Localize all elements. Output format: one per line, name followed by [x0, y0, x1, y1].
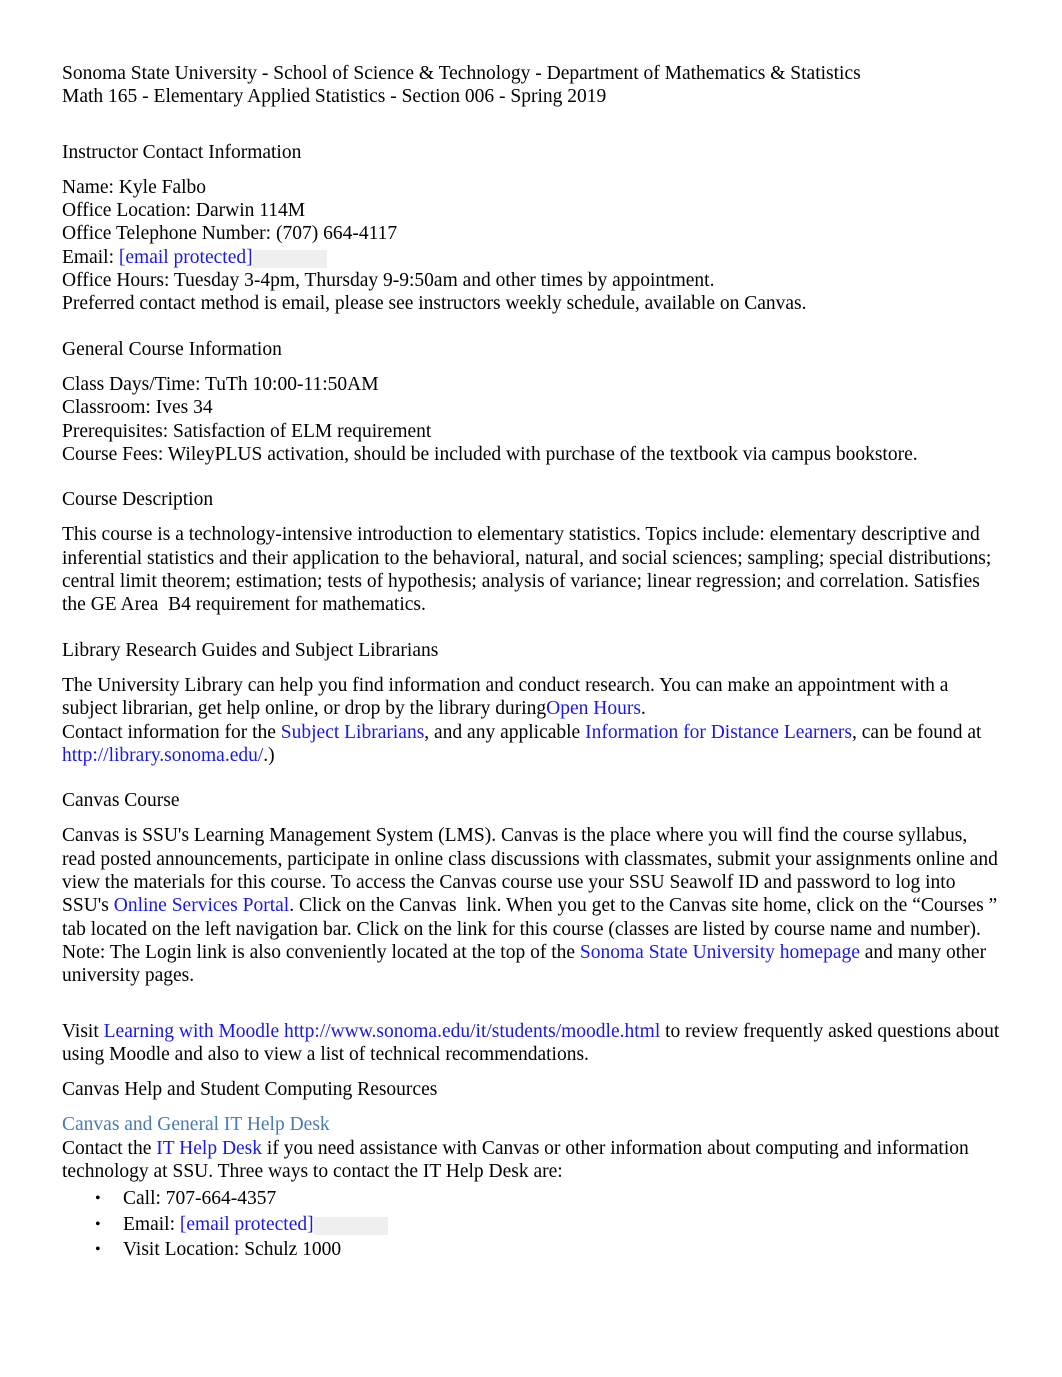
bullet-icon: •	[95, 1241, 101, 1259]
instructor-office-phone: Office Telephone Number: (707) 664-4117	[62, 223, 398, 245]
document-content: Sonoma State University - School of Scie…	[62, 62, 1002, 1263]
instructor-office-hours: Office Hours: Tuesday 3-4pm, Thursday 9-…	[62, 270, 715, 292]
canvas-general-it-help-desk-link[interactable]: Canvas and General IT Help Desk	[62, 1114, 330, 1135]
section-heading-canvas-help: Canvas Help and Student Computing Resour…	[62, 1079, 438, 1101]
open-hours-link[interactable]: Open Hours	[546, 698, 641, 719]
distance-learners-link[interactable]: Information for Distance Learners	[585, 722, 852, 743]
class-days-time: Class Days/Time: TuTh 10:00-11:50AM	[62, 373, 379, 395]
instructor-email-label: Email:	[62, 246, 119, 268]
it-help-desk-contact-list: • Call: 707-664-4357 • Email: [email prote…	[62, 1186, 1002, 1263]
instructor-preferred-contact: Preferred contact method is email, pleas…	[62, 293, 807, 315]
document-header: Sonoma State University - School of Scie…	[62, 62, 1002, 109]
document-page: Sonoma State University - School of Scie…	[0, 0, 1062, 1377]
library-url-link[interactable]: http://library.sonoma.edu/	[62, 745, 263, 766]
classroom: Classroom: Ives 34	[62, 397, 213, 419]
instructor-name: Name: Kyle Falbo	[62, 176, 207, 198]
library-paragraph-appointment: The University Library can help you find…	[62, 674, 1002, 721]
section-heading-course-description: Course Description	[62, 489, 214, 511]
library-text-after-links: , can be found at	[852, 721, 982, 743]
help-desk-email-link[interactable]: [email protected]	[179, 1213, 314, 1235]
it-help-desk-link[interactable]: IT Help Desk	[156, 1138, 262, 1159]
header-line-course: Math 165 - Elementary Applied Statistics…	[62, 86, 607, 108]
section-heading-general-course-information: General Course Information	[62, 338, 282, 360]
library-text-end: .)	[263, 744, 275, 766]
library-body: The University Library can help you find…	[62, 674, 1002, 767]
instructor-email-link[interactable]: [email protected]	[118, 246, 253, 268]
course-description-body: This course is a technology-intensive in…	[62, 524, 997, 616]
list-item-label: Visit Location: Schulz 1000	[123, 1239, 342, 1261]
bullet-icon: •	[95, 1215, 101, 1233]
online-services-portal-link[interactable]: Online Services Portal	[114, 895, 289, 916]
subject-librarians-link[interactable]: Subject Librarians	[281, 722, 425, 743]
moodle-paragraph: Visit Learning with Moodle http://www.so…	[62, 1020, 1002, 1067]
section-heading-instructor-contact: Instructor Contact Information	[62, 141, 302, 163]
canvas-help-body: Canvas and General IT Help Desk Contact …	[62, 1113, 1002, 1183]
library-text-before-open-hours: The University Library can help you find…	[62, 674, 949, 720]
list-item: • Call: 707-664-4357	[62, 1186, 1002, 1212]
library-text-before-librarians: Contact information for the	[62, 721, 281, 743]
list-item: • Email: [email protected]	[62, 1212, 1002, 1238]
library-text-mid: , and any applicable	[424, 721, 586, 743]
moodle-visit-label: Visit	[62, 1020, 104, 1042]
instructor-email-line: Email: [email protected]	[62, 246, 1002, 269]
section-heading-canvas-course: Canvas Course	[62, 790, 180, 812]
learning-with-moodle-link[interactable]: Learning with Moodle http://www.sonoma.e…	[104, 1021, 661, 1042]
ssu-homepage-link[interactable]: Sonoma State University homepage	[580, 942, 860, 963]
instructor-office-location: Office Location: Darwin 114M	[62, 200, 306, 222]
prerequisites: Prerequisites: Satisfaction of ELM requi…	[62, 420, 432, 442]
list-item-label: Call: 707-664-4357	[123, 1188, 277, 1210]
header-line-institution: Sonoma State University - School of Scie…	[62, 63, 861, 84]
section-heading-library-research-guides: Library Research Guides and Subject Libr…	[62, 639, 439, 661]
canvas-help-desk-title: Canvas and General IT Help Desk	[62, 1113, 1002, 1136]
list-item-label: Email:	[123, 1213, 180, 1235]
canvas-help-contact-paragraph: Contact the IT Help Desk if you need ass…	[62, 1137, 1002, 1184]
bullet-icon: •	[95, 1190, 101, 1208]
course-fees: Course Fees: WileyPLUS activation, shoul…	[62, 443, 918, 465]
library-text-after-open-hours: .	[640, 698, 646, 720]
instructor-details: Name: Kyle Falbo Office Location: Darwin…	[62, 176, 1002, 316]
canvas-help-text-before: Contact the	[62, 1137, 157, 1159]
list-item: • Visit Location: Schulz 1000	[62, 1237, 1002, 1263]
general-course-details: Class Days/Time: TuTh 10:00-11:50AM Clas…	[62, 373, 1002, 466]
canvas-course-body: Canvas is SSU's Learning Management Syst…	[62, 824, 1002, 987]
library-paragraph-contact: Contact information for the Subject Libr…	[62, 721, 1002, 768]
